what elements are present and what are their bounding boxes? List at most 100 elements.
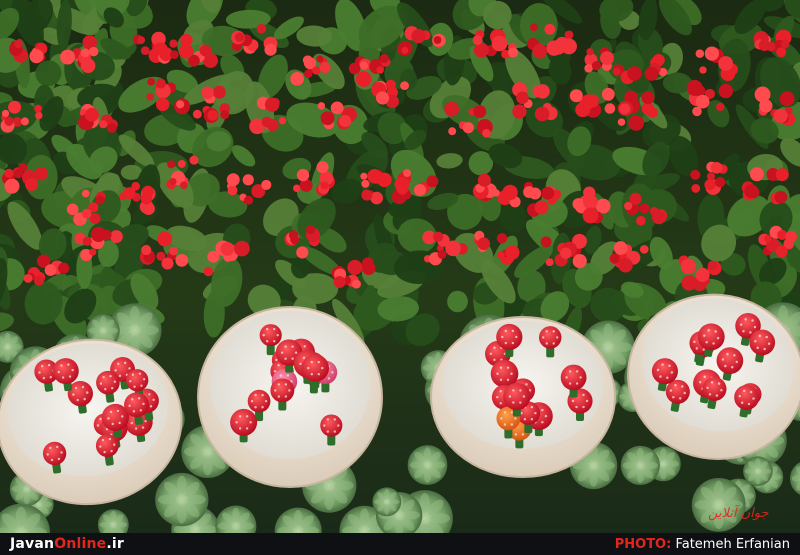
cactus-pot xyxy=(197,306,383,488)
begonia-bloom xyxy=(176,100,185,109)
begonia-bloom xyxy=(716,102,725,112)
begonia-bloom xyxy=(507,47,519,58)
begonia-bloom xyxy=(220,110,230,120)
begonia-bloom xyxy=(710,161,723,174)
begonia-bloom xyxy=(686,79,703,96)
begonia-bloom xyxy=(296,246,309,259)
begonia-bloom xyxy=(535,84,550,99)
begonia-bloom xyxy=(178,44,194,59)
begonia-bloom xyxy=(361,257,374,270)
begonia-bloom xyxy=(707,260,718,270)
begonia-bloom xyxy=(306,225,315,235)
begonia-bloom xyxy=(82,236,92,246)
begonia-bloom xyxy=(333,276,346,288)
begonia-bloom xyxy=(477,237,491,250)
begonia-bloom xyxy=(764,234,772,243)
begonia-bloom xyxy=(66,203,79,216)
begonia-bloom xyxy=(170,50,179,59)
begonia-bloom xyxy=(544,23,556,35)
begonia-bloom xyxy=(628,115,644,131)
begonia-bloom xyxy=(58,262,70,274)
begonia-bloom xyxy=(401,46,409,54)
begonia-bloom xyxy=(330,101,344,115)
begonia-bloom xyxy=(137,36,146,45)
begonia-bloom xyxy=(376,66,384,74)
begonia-bloom xyxy=(316,161,329,174)
begonia-bloom xyxy=(175,253,189,267)
begonia-bloom xyxy=(448,127,457,136)
begonia-bloom xyxy=(147,77,155,86)
begonia-bloom xyxy=(437,249,447,259)
flower-display-photo xyxy=(0,0,800,533)
begonia-bloom xyxy=(749,167,764,182)
begonia-bloom xyxy=(156,78,166,89)
begonia-bloom xyxy=(177,159,186,168)
begonia-bloom xyxy=(695,94,710,109)
site-domain: .ir xyxy=(106,536,124,552)
site-name-part: Javan xyxy=(10,536,55,552)
begonia-bloom xyxy=(775,168,789,182)
site-credit: JavanOnline.ir xyxy=(10,536,124,552)
begonia-bloom xyxy=(779,91,795,107)
begonia-bloom xyxy=(482,129,491,138)
begonia-bloom xyxy=(704,179,716,191)
begonia-bloom xyxy=(278,117,287,125)
begonia-bloom xyxy=(586,48,594,56)
begonia-bloom xyxy=(180,181,188,189)
begonia-bloom xyxy=(396,183,409,195)
begonia-bloom xyxy=(367,169,382,184)
succulent-rosette xyxy=(407,445,448,485)
begonia-bloom xyxy=(35,111,43,120)
begonia-bloom xyxy=(492,189,500,197)
begonia-bloom xyxy=(695,267,710,283)
begonia-bloom xyxy=(155,97,170,112)
begonia-bloom xyxy=(317,102,326,110)
begonia-bloom xyxy=(523,186,535,198)
begonia-bloom xyxy=(512,104,527,119)
begonia-bloom xyxy=(189,155,199,165)
begonia-bloom xyxy=(296,168,310,182)
begonia-bloom xyxy=(169,39,178,48)
begonia-bloom xyxy=(351,279,361,289)
succulent-rosette xyxy=(691,477,746,532)
begonia-bloom xyxy=(146,93,154,101)
begonia-bloom xyxy=(131,181,140,191)
photo-credit-label: PHOTO: xyxy=(614,536,672,552)
begonia-bloom xyxy=(360,172,368,180)
begonia-bloom xyxy=(338,114,352,128)
begonia-bloom xyxy=(545,258,554,267)
begonia-bloom xyxy=(584,64,593,73)
begonia-bloom xyxy=(316,55,324,63)
begonia-bloom xyxy=(60,49,76,65)
begonia-bloom xyxy=(44,264,57,276)
begonia-bloom xyxy=(320,181,329,190)
begonia-bloom xyxy=(582,207,599,224)
begonia-bloom xyxy=(641,91,655,105)
begonia-bloom xyxy=(192,109,202,119)
begonia-bloom xyxy=(359,61,369,70)
begonia-bloom xyxy=(644,66,659,81)
begonia-bloom xyxy=(106,123,117,133)
begonia-bloom xyxy=(29,49,44,64)
begonia-bloom xyxy=(403,169,412,178)
begonia-bloom xyxy=(690,169,701,180)
begonia-bloom xyxy=(14,39,23,49)
succulent-rosette xyxy=(743,456,773,487)
begonia-bloom xyxy=(774,190,788,204)
begonia-bloom xyxy=(157,231,173,247)
begonia-bloom xyxy=(140,46,150,55)
begonia-bloom xyxy=(432,231,444,242)
begonia-bloom xyxy=(691,184,701,193)
begonia-bloom xyxy=(264,43,277,56)
begonia-bloom xyxy=(780,39,790,49)
begonia-bloom xyxy=(261,179,272,190)
begonia-bloom xyxy=(639,203,650,214)
begonia-bloom xyxy=(541,186,555,200)
begonia-bloom xyxy=(491,35,508,52)
begonia-bloom xyxy=(627,66,642,81)
begonia-bloom xyxy=(706,172,716,181)
begonia-bloom xyxy=(81,189,90,198)
begonia-bloom xyxy=(534,106,550,122)
begonia-bloom xyxy=(618,257,633,273)
begonia-bloom xyxy=(572,198,585,211)
